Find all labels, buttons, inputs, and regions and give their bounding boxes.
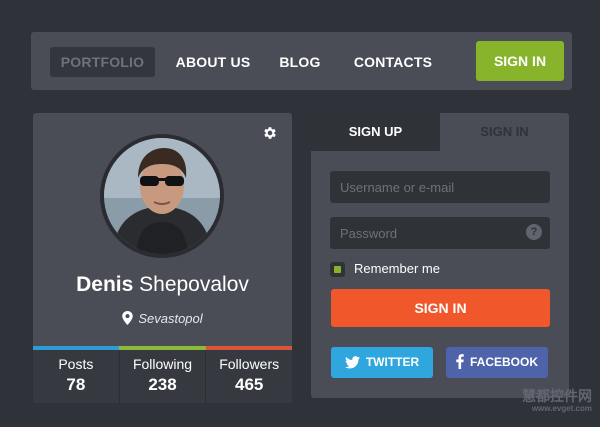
watermark-cn: 慧都控件网 bbox=[522, 388, 592, 404]
facebook-label: FACEBOOK bbox=[469, 355, 538, 369]
avatar-photo bbox=[104, 138, 220, 254]
stat-label: Posts bbox=[58, 356, 94, 372]
tab-sign-up[interactable]: SIGN UP bbox=[311, 113, 440, 151]
last-name: Shepovalov bbox=[139, 273, 249, 296]
avatar[interactable] bbox=[100, 134, 224, 258]
stat-label: Following bbox=[132, 356, 193, 372]
nav-item-contacts[interactable]: CONTACTS bbox=[351, 47, 435, 77]
watermark: 慧都控件网 www.evget.com bbox=[522, 389, 592, 413]
remember-label: Remember me bbox=[354, 261, 440, 276]
twitter-button[interactable]: TWITTER bbox=[331, 347, 433, 378]
stat-posts[interactable]: Posts 78 bbox=[33, 350, 120, 403]
help-icon[interactable]: ? bbox=[526, 224, 542, 240]
facebook-f-icon bbox=[456, 354, 464, 369]
profile-card: Denis Shepovalov Sevastopol Posts 78 Fol… bbox=[33, 113, 292, 403]
nav-item-blog[interactable]: BLOG bbox=[275, 47, 325, 77]
watermark-url: www.evget.com bbox=[531, 404, 592, 413]
stat-following[interactable]: Following 238 bbox=[120, 350, 207, 403]
signin-button[interactable]: SIGN IN bbox=[331, 289, 550, 327]
twitter-bird-icon bbox=[344, 356, 360, 369]
location-pin-icon bbox=[122, 311, 134, 325]
tab-sign-in[interactable]: SIGN IN bbox=[440, 113, 569, 151]
stat-value: 465 bbox=[234, 375, 264, 394]
facebook-button[interactable]: FACEBOOK bbox=[446, 347, 548, 378]
location-text: Sevastopol bbox=[138, 311, 203, 326]
nav-item-about-us[interactable]: ABOUT US bbox=[171, 47, 255, 77]
profile-stats: Posts 78 Following 238 Followers 465 bbox=[33, 350, 292, 403]
stat-label: Followers bbox=[219, 356, 280, 372]
gear-icon[interactable] bbox=[262, 125, 278, 141]
top-nav: PORTFOLIO ABOUT US BLOG CONTACTS SIGN IN bbox=[31, 32, 572, 90]
first-name: Denis bbox=[76, 273, 134, 296]
profile-name: Denis Shepovalov bbox=[33, 273, 292, 297]
twitter-label: TWITTER bbox=[365, 355, 420, 369]
stat-value: 238 bbox=[148, 375, 177, 394]
stat-value: 78 bbox=[66, 375, 86, 394]
remember-checkbox[interactable] bbox=[330, 262, 345, 277]
nav-signin-button[interactable]: SIGN IN bbox=[476, 41, 564, 81]
checkbox-checked-mark bbox=[334, 266, 341, 273]
auth-card: SIGN UP SIGN IN ? Remember me SIGN IN TW… bbox=[311, 113, 569, 398]
username-input[interactable] bbox=[330, 171, 550, 203]
stat-followers[interactable]: Followers 465 bbox=[206, 350, 292, 403]
profile-location: Sevastopol bbox=[33, 311, 292, 326]
password-input[interactable] bbox=[330, 217, 550, 249]
nav-item-portfolio[interactable]: PORTFOLIO bbox=[50, 47, 155, 77]
